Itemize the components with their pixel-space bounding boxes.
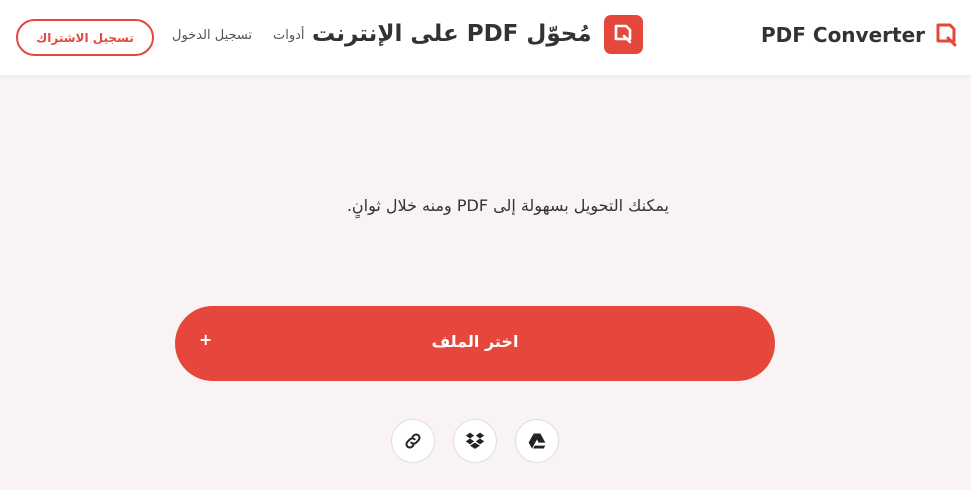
dropbox-source-button[interactable] bbox=[453, 419, 497, 463]
signup-button[interactable]: تسجيل الاشتراك bbox=[16, 19, 154, 56]
top-header: PDF Converter مُحوّل PDF على الإنترنت أد… bbox=[0, 0, 971, 76]
choose-file-button[interactable]: + اختر الملف bbox=[175, 306, 775, 381]
brand-logo[interactable]: PDF Converter bbox=[761, 21, 957, 49]
tagline: يمكنك التحويل بسهولة إلى PDF ومنه خلال ث… bbox=[346, 196, 669, 215]
url-source-button[interactable] bbox=[391, 419, 435, 463]
pdf-converter-tile-icon bbox=[603, 14, 643, 54]
google-drive-icon bbox=[528, 433, 546, 449]
nav-tools-link[interactable]: أدوات bbox=[273, 28, 305, 43]
google-drive-source-button[interactable] bbox=[515, 419, 559, 463]
page-title-text: مُحوّل PDF على الإنترنت bbox=[312, 21, 592, 47]
choose-file-label: اختر الملف bbox=[431, 332, 519, 351]
nav-login-link[interactable]: تسجيل الدخول bbox=[172, 28, 252, 43]
link-icon bbox=[405, 433, 421, 449]
document-magnifier-icon bbox=[614, 24, 632, 44]
pdf-converter-logo-icon bbox=[936, 23, 957, 47]
dropbox-icon bbox=[465, 432, 485, 449]
brand-name: PDF Converter bbox=[761, 23, 925, 47]
page-title: مُحوّل PDF على الإنترنت bbox=[312, 14, 643, 54]
